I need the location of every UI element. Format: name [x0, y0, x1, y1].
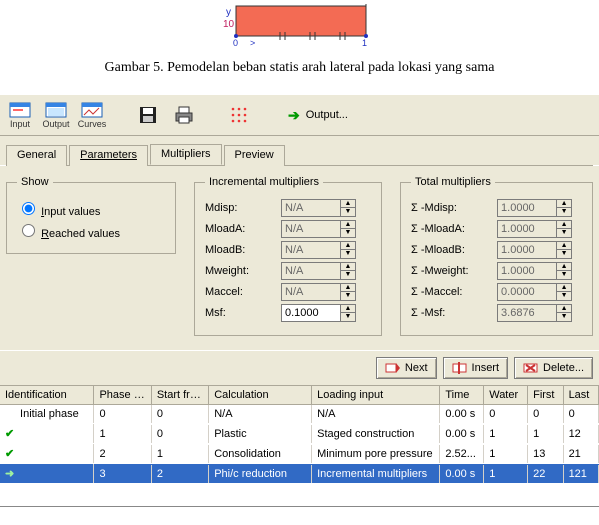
multipliers-page: Show Input values Reached values Increme…: [0, 166, 599, 350]
figure-caption: Gambar 5. Pemodelan beban statis arah la…: [0, 54, 599, 94]
next-icon: [385, 361, 401, 375]
next-button[interactable]: Next: [376, 357, 437, 379]
tab-multipliers[interactable]: Multipliers: [150, 144, 222, 165]
table-row[interactable]: ✔ 21ConsolidationMinimum pore pressure2.…: [0, 444, 599, 464]
show-group: Show Input values Reached values: [6, 176, 176, 254]
delete-button[interactable]: Delete...: [514, 357, 593, 379]
table-row[interactable]: Initial phase00N/AN/A0.00 s000: [0, 405, 599, 424]
model-sketch: y 10 0 1 >: [0, 0, 599, 54]
svg-text:y: y: [226, 7, 231, 18]
curves-tool-icon[interactable]: Curves: [78, 101, 106, 129]
mloada-input[interactable]: ▲▼: [281, 220, 356, 238]
table-row[interactable]: ✔ 10PlasticStaged construction0.00 s1112: [0, 424, 599, 444]
radio-reached-values[interactable]: Reached values: [17, 221, 165, 240]
mdisp-input[interactable]: ▲▼: [281, 199, 356, 217]
total-multipliers-group: Total multipliers Σ -Mdisp: ▲▼ Σ -MloadA…: [400, 176, 593, 336]
radio-input-values[interactable]: Input values: [17, 199, 165, 218]
print-icon[interactable]: [170, 101, 198, 129]
tot-mweight-input[interactable]: ▲▼: [497, 262, 572, 280]
incremental-multipliers-group: Incremental multipliers Mdisp: ▲▼ MloadA…: [194, 176, 382, 336]
output-button[interactable]: ➔ Output...: [282, 105, 354, 126]
phase-nav-buttons: Next Insert Delete...: [0, 350, 599, 385]
insert-button[interactable]: Insert: [443, 357, 509, 379]
tot-msf-input[interactable]: ▲▼: [497, 304, 572, 322]
msf-input[interactable]: ▲▼: [281, 304, 356, 322]
tab-parameters[interactable]: Parameters: [69, 145, 148, 166]
tot-mdisp-input[interactable]: ▲▼: [497, 199, 572, 217]
delete-icon: [523, 361, 539, 375]
svg-text:>: >: [250, 38, 255, 48]
maccel-input[interactable]: ▲▼: [281, 283, 356, 301]
table-header: Identification Phase no. Start from Calc…: [0, 386, 599, 405]
main-toolbar: Input Output Curves ➔ Output...: [0, 94, 599, 136]
phases-table: Identification Phase no. Start from Calc…: [0, 385, 599, 484]
save-icon[interactable]: [134, 101, 162, 129]
svg-text:10: 10: [223, 19, 235, 30]
arrow-right-icon: ➔: [288, 107, 300, 124]
mloadb-input[interactable]: ▲▼: [281, 241, 356, 259]
table-row[interactable]: ➜ 32Phi/c reductionIncremental multiplie…: [0, 464, 599, 484]
insert-icon: [452, 361, 468, 375]
tab-general[interactable]: General: [6, 145, 67, 166]
svg-text:1: 1: [362, 38, 367, 48]
tab-preview[interactable]: Preview: [224, 145, 285, 166]
tabs-bar: General Parameters Multipliers Preview: [0, 136, 599, 165]
svg-text:0: 0: [233, 38, 238, 48]
mesh-icon[interactable]: [226, 101, 254, 129]
input-tool-icon[interactable]: Input: [6, 101, 34, 129]
mweight-input[interactable]: ▲▼: [281, 262, 356, 280]
tot-maccel-input[interactable]: ▲▼: [497, 283, 572, 301]
tot-mloadb-input[interactable]: ▲▼: [497, 241, 572, 259]
tot-mloada-input[interactable]: ▲▼: [497, 220, 572, 238]
output-tool-icon[interactable]: Output: [42, 101, 70, 129]
